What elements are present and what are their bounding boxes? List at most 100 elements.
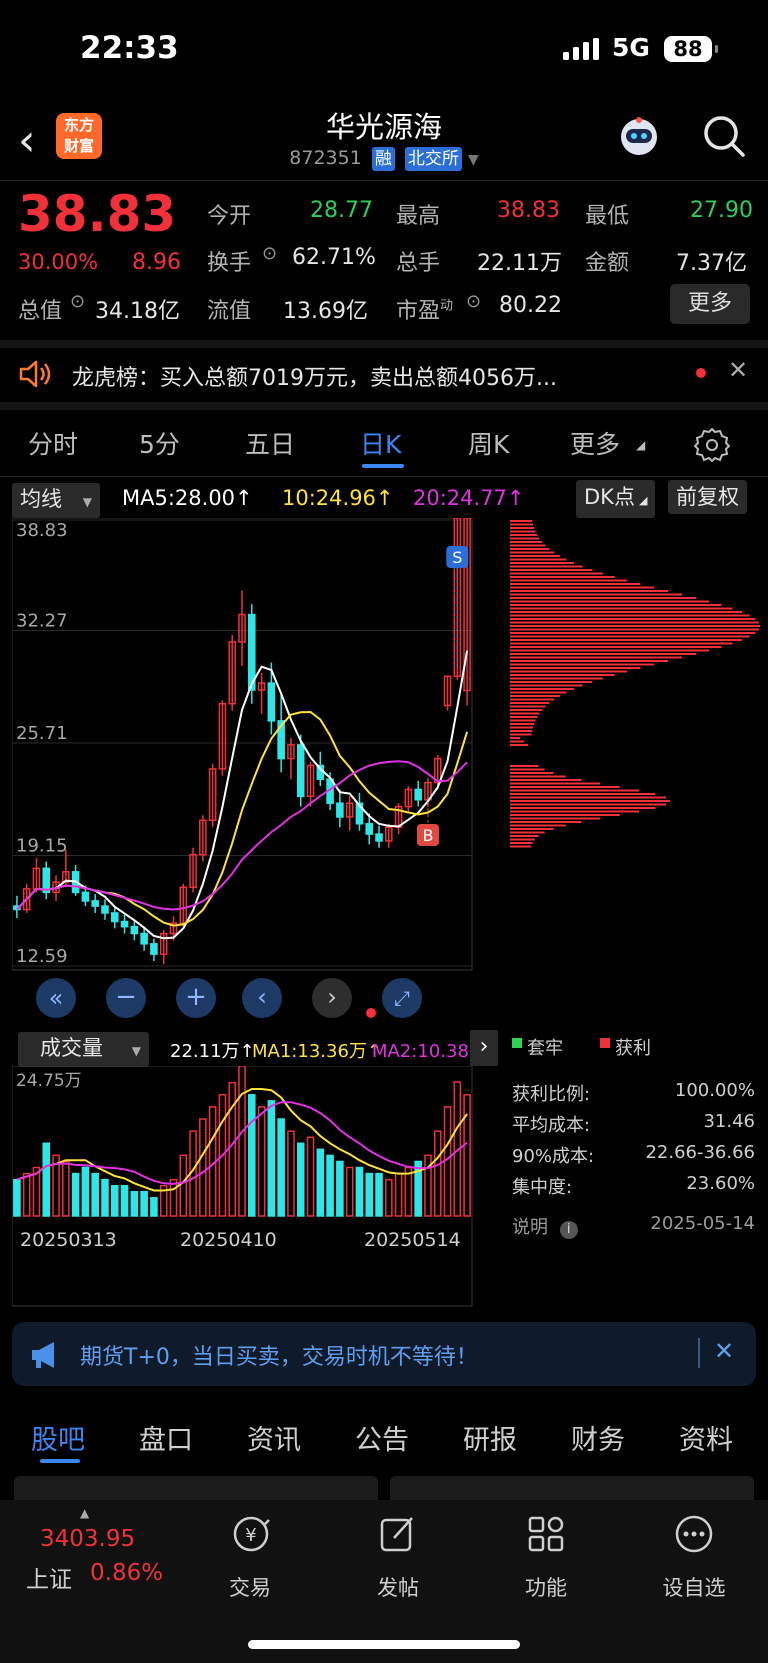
ma20-arrow: ↑ bbox=[506, 486, 525, 510]
cost-bar bbox=[510, 702, 550, 704]
volume-bar bbox=[365, 1172, 374, 1217]
tab-weekly-k[interactable]: 周K bbox=[468, 425, 509, 461]
index-change[interactable]: 0.86% bbox=[90, 1560, 163, 1586]
kline-chart[interactable]: 38.83 32.27 25.71 19.15 12.59 S B bbox=[12, 518, 500, 1018]
cost-bar bbox=[510, 835, 539, 837]
search-icon[interactable] bbox=[700, 112, 748, 160]
tab-finance[interactable]: 财务 bbox=[571, 1418, 625, 1457]
tab-orderbook[interactable]: 盘口 bbox=[139, 1418, 193, 1457]
cost-bar bbox=[510, 782, 600, 785]
forward-adjust-button[interactable]: 前复权 bbox=[668, 480, 747, 514]
cost-bar bbox=[510, 726, 534, 729]
candle-body bbox=[81, 891, 90, 902]
cost-bar bbox=[510, 740, 524, 743]
trade-icon[interactable]: ¥ bbox=[229, 1512, 273, 1556]
volume-bar bbox=[13, 1178, 21, 1217]
ma-dropdown[interactable]: 均线 ▼ bbox=[12, 483, 100, 518]
open-value: 28.77 bbox=[310, 198, 373, 223]
tab-research[interactable]: 研报 bbox=[463, 1418, 517, 1457]
y-tick-label: 32.27 bbox=[16, 611, 68, 632]
pe-label-text: 市盈 bbox=[396, 299, 441, 324]
tab-5min[interactable]: 5分 bbox=[139, 425, 180, 461]
minus-icon[interactable]: − bbox=[106, 978, 146, 1018]
volume-value: 22.11万 bbox=[477, 251, 562, 276]
plus-icon[interactable]: + bbox=[176, 978, 216, 1018]
ma10-arrow: ↑ bbox=[375, 486, 394, 510]
profit-ratio-value: 100.00% bbox=[674, 1080, 755, 1101]
triangle-icon: ◢ bbox=[636, 438, 646, 452]
more-dots-icon[interactable] bbox=[672, 1512, 716, 1556]
tab-minute[interactable]: 分时 bbox=[28, 425, 78, 461]
info-icon[interactable]: ⊙ bbox=[262, 243, 277, 264]
fullscreen-icon[interactable]: ⤢ bbox=[382, 978, 422, 1018]
prev-icon[interactable]: ‹ bbox=[242, 978, 282, 1018]
index-name[interactable]: 上证 bbox=[26, 1560, 72, 1594]
close-icon[interactable]: ✕ bbox=[728, 356, 748, 384]
tab-more[interactable]: 更多 bbox=[570, 425, 620, 461]
chevron-right-icon[interactable]: › bbox=[470, 1030, 498, 1066]
nav-post[interactable]: 发帖 bbox=[338, 1572, 458, 1602]
float-value: 13.69亿 bbox=[283, 299, 368, 324]
volume-dropdown[interactable]: 成交量 ▼ bbox=[18, 1032, 149, 1067]
cost-date: 2025-05-14 bbox=[650, 1213, 755, 1234]
ma5-text: MA5:28.00 bbox=[122, 486, 236, 510]
pe-label-sup: 动 bbox=[440, 298, 454, 314]
candle-body bbox=[150, 943, 158, 955]
cost-bar bbox=[510, 744, 528, 746]
tab-5day[interactable]: 五日 bbox=[245, 425, 295, 461]
more-button[interactable]: 更多 bbox=[670, 284, 750, 324]
amount-label: 金额 bbox=[585, 251, 630, 276]
close-icon[interactable]: ✕ bbox=[714, 1337, 734, 1365]
cost-bar bbox=[510, 537, 540, 540]
cost-bar bbox=[510, 565, 583, 568]
cost-bar bbox=[510, 842, 533, 844]
zoom-out-far-icon[interactable]: « bbox=[36, 978, 76, 1018]
candle-body bbox=[414, 788, 422, 801]
next-icon[interactable]: › bbox=[312, 978, 352, 1018]
dk-point-button[interactable]: DK点 ◢ bbox=[576, 480, 656, 518]
volume-chart[interactable]: 24.75万 20250313 20250410 20250514 bbox=[12, 1066, 500, 1308]
compose-icon[interactable] bbox=[376, 1512, 420, 1556]
nav-functions[interactable]: 功能 bbox=[486, 1572, 606, 1602]
volume-bar bbox=[150, 1197, 158, 1217]
nav-trade[interactable]: 交易 bbox=[190, 1572, 310, 1602]
nav-watchlist[interactable]: 设自选 bbox=[634, 1572, 754, 1602]
assistant-robot-icon[interactable] bbox=[616, 113, 662, 159]
cost-bar bbox=[510, 618, 756, 620]
info-icon[interactable]: ⊙ bbox=[70, 291, 85, 312]
index-value[interactable]: 3403.95 bbox=[40, 1526, 135, 1552]
cost-bar bbox=[510, 576, 615, 578]
cost-bar bbox=[510, 768, 545, 771]
tab-announcements[interactable]: 公告 bbox=[355, 1418, 409, 1457]
cost-bar bbox=[510, 579, 628, 582]
cost90-label: 90%成本: bbox=[512, 1146, 595, 1167]
cost-bar bbox=[510, 569, 593, 571]
cost-bar bbox=[510, 555, 560, 557]
cost-bar bbox=[510, 583, 641, 585]
cost-bar bbox=[510, 765, 539, 767]
explain-link[interactable]: 说明 i bbox=[512, 1213, 578, 1239]
tab-forum[interactable]: 股吧 bbox=[31, 1418, 85, 1457]
high-value: 38.83 bbox=[497, 198, 560, 223]
cost-bar bbox=[510, 831, 545, 834]
volume-bar bbox=[287, 1130, 295, 1217]
network-type: 5G bbox=[612, 33, 650, 62]
grid-icon[interactable] bbox=[524, 1512, 568, 1556]
gear-icon[interactable] bbox=[694, 426, 730, 462]
tab-daily-k[interactable]: 日K bbox=[360, 425, 401, 461]
tab-news[interactable]: 资讯 bbox=[247, 1418, 301, 1457]
info-icon[interactable]: ⊙ bbox=[466, 291, 481, 312]
volume-frame bbox=[12, 1066, 473, 1307]
volume-bar bbox=[433, 1130, 442, 1217]
divider bbox=[0, 340, 768, 348]
stock-code: 872351 bbox=[289, 147, 362, 169]
volume-bar bbox=[267, 1100, 276, 1217]
candle-body bbox=[101, 905, 109, 914]
cost-bar bbox=[510, 824, 566, 827]
mcap-value: 34.18亿 bbox=[95, 299, 180, 324]
notice-text[interactable]: 龙虎榜：买入总额7019万元，卖出总额4056万... bbox=[72, 360, 652, 392]
cost-bar bbox=[510, 663, 655, 666]
ad-text[interactable]: 期货T+0，当日买卖，交易时机不等待！ bbox=[80, 1339, 478, 1371]
tab-profile[interactable]: 资料 bbox=[679, 1418, 733, 1457]
ma10-text: 10:24.96 bbox=[282, 486, 376, 510]
